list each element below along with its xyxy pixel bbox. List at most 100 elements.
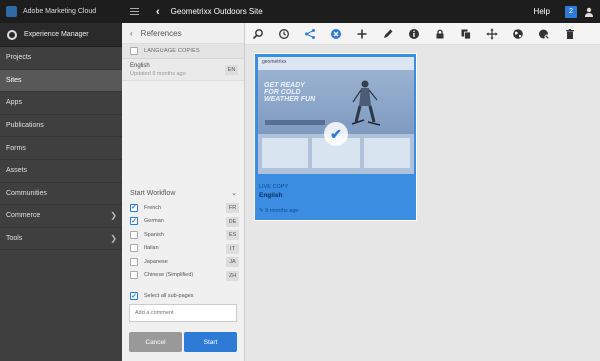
language-label: German — [144, 218, 164, 225]
language-code-badge: JA — [226, 257, 239, 267]
thumbnail-nav: geometrixx — [258, 57, 414, 70]
checkbox[interactable] — [130, 217, 138, 226]
info-icon[interactable] — [408, 28, 420, 40]
nav-item-label: Publications — [6, 122, 44, 130]
pencil-icon: ✎ — [259, 208, 264, 214]
workflow-language-japanese[interactable]: Japanese JA — [122, 255, 245, 269]
hero-text: GET READY FOR COLD WEATHER FUN — [264, 82, 315, 103]
thumbnail-block — [262, 138, 308, 168]
top-bar: ‹ Geometrixx Outdoors Site Help 2 — [122, 0, 600, 23]
nav-item-projects[interactable]: Projects — [0, 47, 122, 70]
globe-off-icon[interactable] — [538, 28, 550, 40]
lock-icon[interactable] — [434, 28, 446, 40]
checkbox[interactable] — [130, 257, 138, 266]
cancel-button[interactable]: Cancel — [129, 332, 182, 352]
page-thumbnail: geometrixx GET READY FOR COLD WEATHER FU… — [258, 57, 414, 174]
category-checkbox[interactable] — [130, 47, 138, 55]
comment-input[interactable] — [129, 304, 237, 322]
nav-item-tools[interactable]: Tools ❯ — [0, 228, 122, 251]
language-copy-name: English — [130, 63, 150, 69]
select-all-subpages[interactable]: Select all sub-pages — [122, 290, 245, 302]
checkbox[interactable] — [130, 244, 138, 253]
checkbox[interactable] — [130, 271, 138, 280]
category-label: LANGUAGE COPIES — [144, 48, 200, 54]
nav-section-label: Experience Manager — [24, 31, 89, 38]
search-icon[interactable] — [252, 28, 264, 40]
workflow-title: Start Workflow — [130, 189, 176, 197]
language-label: Spanish — [144, 231, 164, 238]
language-copy-item[interactable]: English Updated 9 months ago EN — [122, 59, 244, 81]
nav-item-label: Tools — [6, 235, 23, 243]
brand-bar: Adobe Marketing Cloud — [0, 0, 122, 23]
back-chevron-icon[interactable]: ‹ — [130, 29, 133, 38]
content-area: geometrixx GET READY FOR COLD WEATHER FU… — [245, 45, 600, 361]
language-copies-category: LANGUAGE COPIES — [122, 44, 244, 59]
chevron-right-icon: ❯ — [110, 211, 117, 221]
share-icon[interactable] — [304, 28, 316, 40]
hero-button-bar — [265, 120, 325, 125]
nav-item-label: Commerce — [6, 212, 41, 220]
user-icon[interactable] — [584, 7, 594, 17]
action-toolbar — [245, 23, 600, 45]
language-code-badge: FR — [226, 203, 239, 213]
add-icon[interactable] — [356, 28, 368, 40]
card-modified: ✎ 9 months ago — [259, 208, 298, 214]
card-metadata: LIVE COPY English ✎ 9 months ago — [259, 184, 298, 214]
nav-item-commerce[interactable]: Commerce ❯ — [0, 205, 122, 228]
chevron-right-icon: ❯ — [110, 234, 117, 244]
globe-icon[interactable] — [512, 28, 524, 40]
workflow-language-spanish[interactable]: Spanish ES — [122, 228, 245, 242]
language-label: Chinese (Simplified) — [144, 272, 194, 279]
brand-name: Adobe Marketing Cloud — [23, 8, 97, 15]
checkbox[interactable] — [130, 230, 138, 239]
workflow-header[interactable]: Start Workflow ⌄ — [122, 186, 245, 200]
language-code-badge: EN — [225, 65, 238, 75]
page-card-english[interactable]: geometrixx GET READY FOR COLD WEATHER FU… — [254, 53, 417, 221]
nav-item-communities[interactable]: Communities — [0, 183, 122, 206]
nav-section-header[interactable]: Experience Manager — [0, 23, 122, 47]
site-title: Geometrixx Outdoors Site — [170, 7, 263, 16]
card-title: English — [259, 192, 283, 199]
nav-item-label: Forms — [6, 144, 26, 152]
clock-icon[interactable] — [278, 28, 290, 40]
selected-check-icon[interactable]: ✔ — [324, 122, 348, 146]
nav-item-label: Apps — [6, 99, 22, 107]
close-circle-icon[interactable] — [330, 28, 342, 40]
checkbox[interactable] — [130, 292, 138, 300]
start-button[interactable]: Start — [184, 332, 237, 352]
hero-line: WEATHER FUN — [264, 96, 316, 103]
back-chevron-icon[interactable]: ‹ — [156, 6, 160, 18]
references-header[interactable]: ‹ References — [122, 23, 244, 44]
nav-item-publications[interactable]: Publications — [0, 115, 122, 138]
workflow-language-chinese[interactable]: Chinese (Simplified) ZH — [122, 269, 245, 283]
chevron-down-icon[interactable]: ⌄ — [231, 189, 237, 197]
workflow-language-list: French FR German DE Spanish ES Italian IT Ja… — [122, 201, 245, 282]
help-link[interactable]: Help — [534, 7, 550, 16]
live-copy-tag: LIVE COPY — [259, 184, 289, 190]
select-all-label: Select all sub-pages — [144, 293, 194, 299]
language-label: French — [144, 204, 162, 211]
references-title: References — [140, 28, 182, 38]
nav-item-forms[interactable]: Forms — [0, 137, 122, 160]
adobe-logo-icon — [6, 6, 17, 17]
nav-item-apps[interactable]: Apps — [0, 92, 122, 115]
workflow-language-french[interactable]: French FR — [122, 201, 245, 215]
checkbox[interactable] — [130, 203, 138, 212]
hero-line: GET READY — [264, 82, 305, 89]
language-label: Japanese — [144, 258, 168, 265]
nav-item-sites[interactable]: Sites — [0, 69, 122, 93]
left-navigation: Adobe Marketing Cloud Experience Manager… — [0, 0, 122, 361]
trash-icon[interactable] — [564, 28, 576, 40]
modified-time: 9 months ago — [265, 208, 299, 214]
workflow-language-italian[interactable]: Italian IT — [122, 242, 245, 256]
menu-icon[interactable] — [130, 6, 139, 17]
thumbnail-block — [364, 138, 410, 168]
experience-manager-icon — [7, 29, 17, 40]
nav-item-assets[interactable]: Assets — [0, 160, 122, 183]
notification-badge[interactable]: 2 — [565, 5, 577, 18]
nav-item-label: Communities — [6, 189, 47, 197]
copy-icon[interactable] — [460, 28, 472, 40]
workflow-language-german[interactable]: German DE — [122, 215, 245, 229]
move-icon[interactable] — [486, 28, 498, 40]
edit-icon[interactable] — [382, 28, 394, 40]
